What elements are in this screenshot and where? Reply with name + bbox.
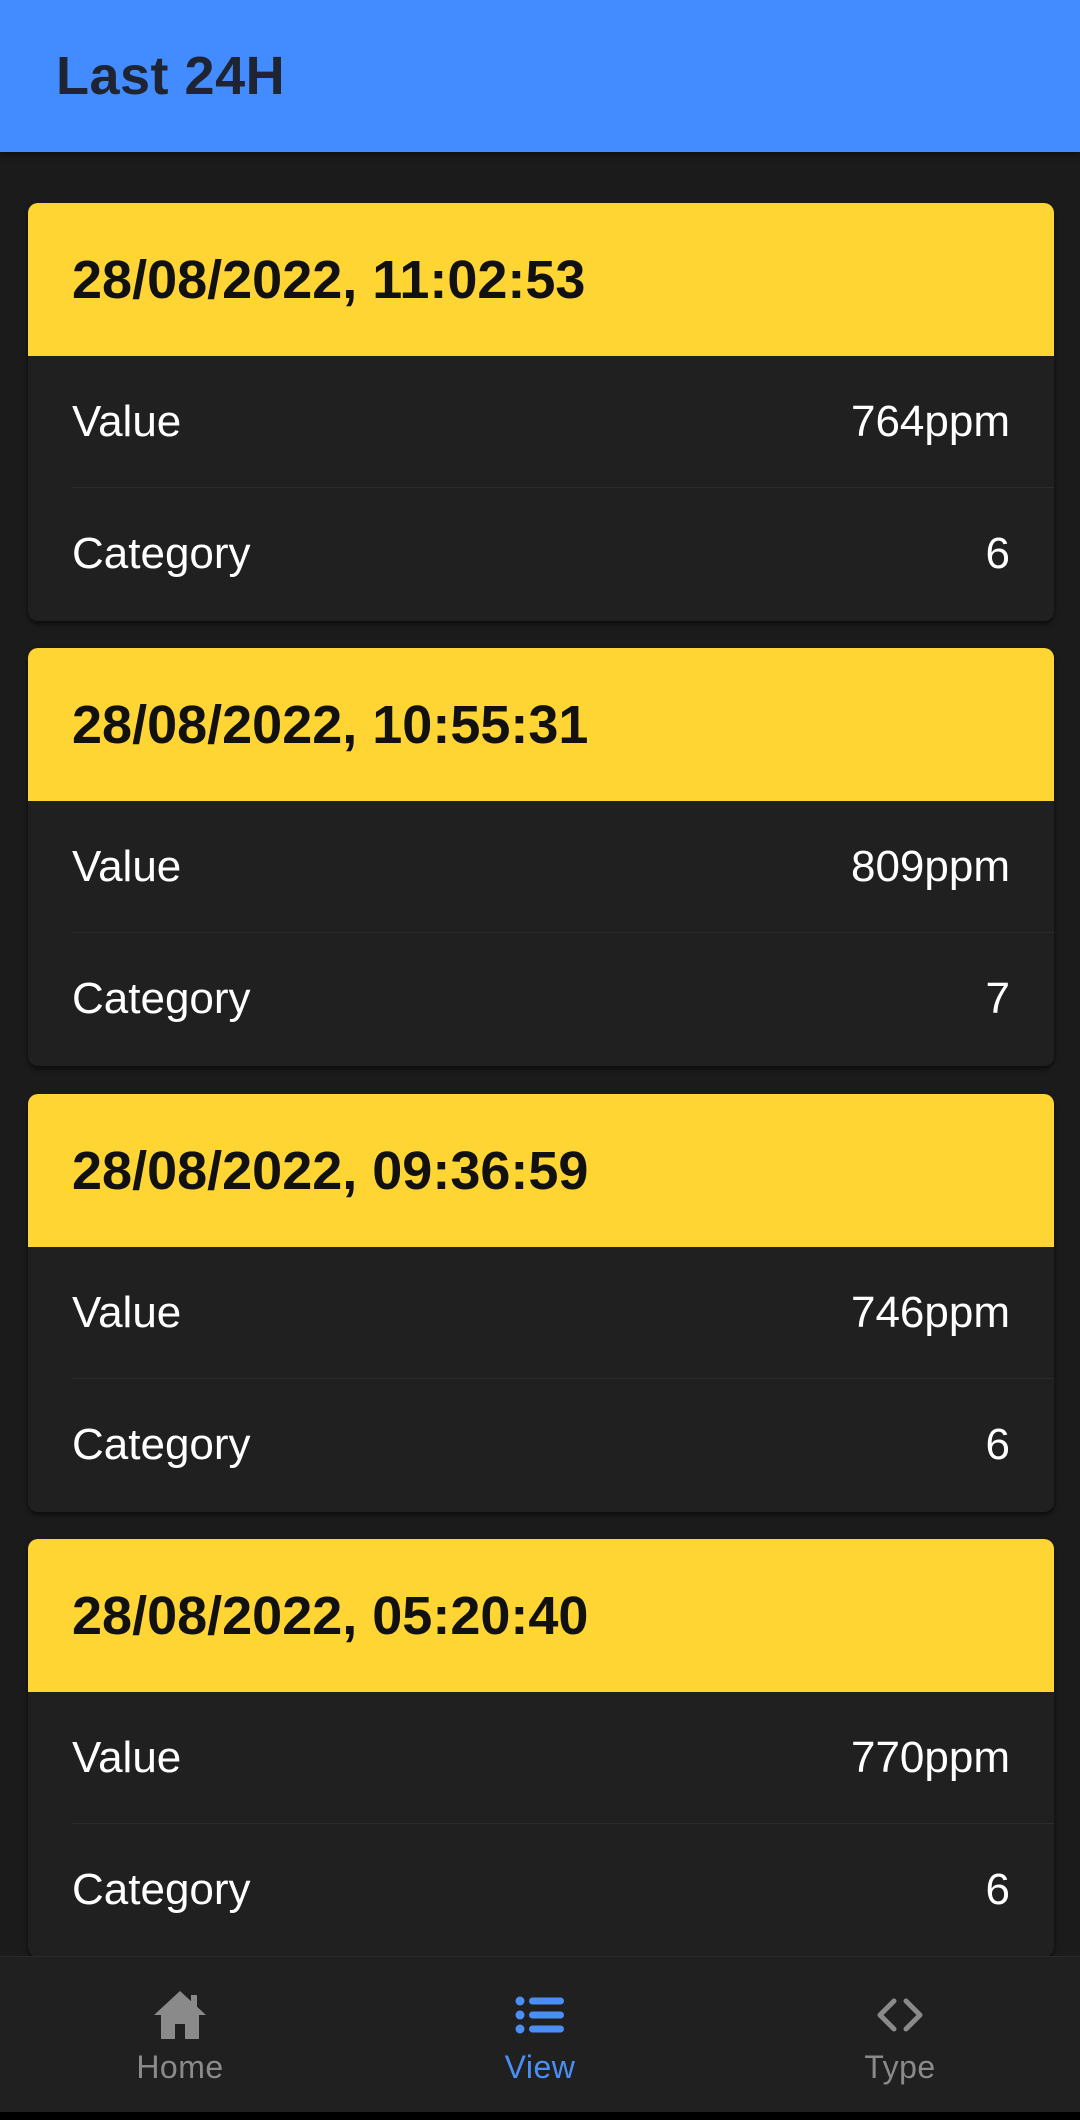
card-header: 28/08/2022, 05:20:40: [28, 1539, 1054, 1692]
list-icon: [515, 1996, 564, 2034]
category-row: Category 6: [28, 488, 1054, 620]
category-label: Category: [72, 1865, 251, 1914]
reading-card[interactable]: 28/08/2022, 05:20:40 Value 770ppm Catego…: [28, 1539, 1054, 1956]
category-label: Category: [72, 974, 251, 1023]
card-header: 28/08/2022, 09:36:59: [28, 1094, 1054, 1247]
category-row: Category 7: [28, 933, 1054, 1065]
readings-list[interactable]: 28/08/2022, 11:02:53 Value 764ppm Catego…: [0, 152, 1080, 1956]
card-header: 28/08/2022, 11:02:53: [28, 203, 1054, 356]
page-title: Last 24H: [56, 46, 286, 106]
value-label: Value: [72, 1288, 182, 1337]
category-row: Category 6: [28, 1824, 1054, 1956]
category-value: 6: [985, 1420, 1010, 1469]
tab-view-label: View: [504, 2049, 576, 2085]
value-reading: 809ppm: [850, 842, 1010, 891]
value-reading: 770ppm: [850, 1733, 1010, 1782]
app-bar: Last 24H: [0, 0, 1080, 152]
value-row: Value 746ppm: [28, 1247, 1054, 1379]
tab-home[interactable]: Home: [0, 1957, 360, 2112]
tab-type[interactable]: Type: [720, 1957, 1080, 2112]
reading-card[interactable]: 28/08/2022, 10:55:31 Value 809ppm Catego…: [28, 648, 1054, 1066]
reading-timestamp: 28/08/2022, 05:20:40: [72, 1586, 589, 1646]
code-icon: [877, 1998, 923, 2032]
tab-view[interactable]: View: [360, 1957, 720, 2112]
reading-card[interactable]: 28/08/2022, 09:36:59 Value 746ppm Catego…: [28, 1094, 1054, 1512]
tab-type-label: Type: [864, 2049, 936, 2085]
card-header: 28/08/2022, 10:55:31: [28, 648, 1054, 801]
category-row: Category 6: [28, 1379, 1054, 1511]
value-row: Value 764ppm: [28, 356, 1054, 488]
bottom-tab-bar: Home View Type: [0, 1956, 1080, 2112]
category-label: Category: [72, 529, 251, 578]
category-value: 7: [985, 974, 1010, 1023]
home-icon: [154, 1991, 206, 2039]
value-reading: 764ppm: [850, 397, 1010, 446]
reading-timestamp: 28/08/2022, 10:55:31: [72, 695, 589, 755]
screen: Last 24H 28/08/2022, 11:02:53 Value 764p…: [0, 0, 1080, 2112]
category-value: 6: [985, 529, 1010, 578]
value-label: Value: [72, 397, 182, 446]
reading-card[interactable]: 28/08/2022, 11:02:53 Value 764ppm Catego…: [28, 203, 1054, 621]
category-value: 6: [985, 1865, 1010, 1914]
value-label: Value: [72, 842, 182, 891]
value-label: Value: [72, 1733, 182, 1782]
tab-home-label: Home: [136, 2049, 224, 2085]
value-reading: 746ppm: [850, 1288, 1010, 1337]
category-label: Category: [72, 1420, 251, 1469]
reading-timestamp: 28/08/2022, 09:36:59: [72, 1141, 589, 1201]
reading-timestamp: 28/08/2022, 11:02:53: [72, 250, 586, 310]
value-row: Value 809ppm: [28, 801, 1054, 933]
value-row: Value 770ppm: [28, 1692, 1054, 1824]
